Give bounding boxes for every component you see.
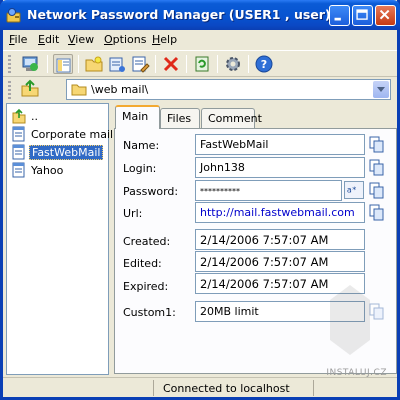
main-toolbar: ? [3, 50, 397, 77]
toolbar-separator [186, 55, 187, 73]
tree-item-yahoo[interactable]: Yahoo [12, 161, 65, 179]
connect-icon[interactable] [20, 54, 40, 74]
watermark-text: INSTALUJ.CZ [326, 368, 387, 378]
url-label: Url: [123, 207, 143, 220]
menu-view[interactable]: View [68, 33, 94, 46]
toolbar-separator [47, 55, 48, 73]
expired-label: Expired: [123, 280, 169, 293]
document-icon [12, 126, 26, 142]
toolbar-grip[interactable] [8, 55, 11, 73]
status-divider [153, 380, 154, 396]
settings-icon[interactable] [223, 54, 243, 74]
tab-main[interactable]: Main [115, 105, 160, 129]
app-key-icon [6, 7, 22, 23]
copy-icon[interactable] [369, 136, 384, 153]
created-label: Created: [123, 235, 171, 248]
edited-label: Edited: [123, 257, 162, 270]
close-button[interactable] [375, 5, 396, 26]
folder-icon [71, 83, 87, 96]
edited-field[interactable]: 2/14/2006 7:57:07 AM [195, 251, 365, 272]
name-label: Name: [123, 139, 160, 152]
title-bar[interactable]: Network Password Manager (USER1 , user) [0, 0, 400, 30]
tree-item-label: .. [31, 109, 38, 123]
menu-options[interactable]: Options [104, 33, 146, 46]
status-bar: Connected to localhost [3, 377, 397, 397]
toolbar-separator [155, 55, 156, 73]
tab-comment[interactable]: Comment [201, 108, 262, 128]
folder-up-icon[interactable] [20, 79, 40, 99]
name-field[interactable]: FastWebMail [195, 134, 365, 155]
password-label: Password: [123, 185, 179, 198]
show-password-button[interactable]: a * [344, 181, 364, 199]
path-text: \web mail\ [91, 83, 149, 96]
svg-text:*: * [352, 186, 356, 195]
minimize-button[interactable] [329, 5, 350, 26]
menu-bar: File Edit View Options Help [3, 30, 397, 49]
custom1-label: Custom1: [123, 306, 176, 319]
help-icon[interactable]: ? [254, 54, 274, 74]
menu-edit[interactable]: Edit [38, 33, 59, 46]
svg-text:?: ? [261, 58, 267, 71]
folder-view-icon[interactable] [53, 54, 73, 74]
address-bar: \web mail\ [3, 78, 397, 102]
folder-up-icon [12, 108, 26, 124]
watermark-logo-icon [330, 285, 370, 355]
tree-item-label: Corporate mail [31, 127, 114, 141]
login-field[interactable]: John138 [195, 157, 365, 178]
new-folder-icon[interactable] [84, 54, 104, 74]
delete-icon[interactable] [161, 54, 181, 74]
folder-tree[interactable]: .. Corporate mail FastWebMail Yahoo [6, 103, 113, 375]
maximize-button[interactable] [352, 5, 373, 26]
toolbar-grip[interactable] [8, 81, 11, 99]
window-title: Network Password Manager (USER1 , user) [27, 7, 331, 22]
tree-item-corporate-mail[interactable]: Corporate mail [12, 125, 115, 143]
chevron-down-icon[interactable] [373, 81, 389, 98]
menu-help[interactable]: Help [152, 33, 177, 46]
tree-item-label: FastWebMail [29, 144, 104, 160]
refresh-icon[interactable] [192, 54, 212, 74]
svg-text:a: a [347, 186, 352, 195]
created-field[interactable]: 2/14/2006 7:57:07 AM [195, 229, 365, 250]
path-combobox[interactable]: \web mail\ [66, 79, 391, 100]
menu-file[interactable]: File [9, 33, 27, 46]
password-field[interactable]: ********** [195, 180, 342, 201]
status-divider [313, 380, 314, 396]
toolbar-separator [217, 55, 218, 73]
login-label: Login: [123, 162, 157, 175]
tree-item-fastwebmail[interactable]: FastWebMail [12, 143, 104, 161]
app-window: Network Password Manager (USER1 , user) … [0, 0, 400, 400]
tree-item-parent[interactable]: .. [12, 107, 40, 125]
toolbar-separator [248, 55, 249, 73]
document-icon [12, 162, 26, 178]
edit-item-icon[interactable] [130, 54, 150, 74]
copy-icon[interactable] [369, 182, 384, 199]
copy-icon[interactable] [369, 159, 384, 176]
new-item-icon[interactable] [107, 54, 127, 74]
toolbar-separator [78, 55, 79, 73]
tab-files[interactable]: Files [160, 108, 200, 128]
document-icon [12, 144, 26, 160]
tree-item-label: Yahoo [31, 163, 64, 177]
url-field[interactable]: http://mail.fastwebmail.com [195, 202, 365, 223]
copy-icon[interactable] [369, 204, 384, 221]
status-text: Connected to localhost [163, 382, 290, 395]
